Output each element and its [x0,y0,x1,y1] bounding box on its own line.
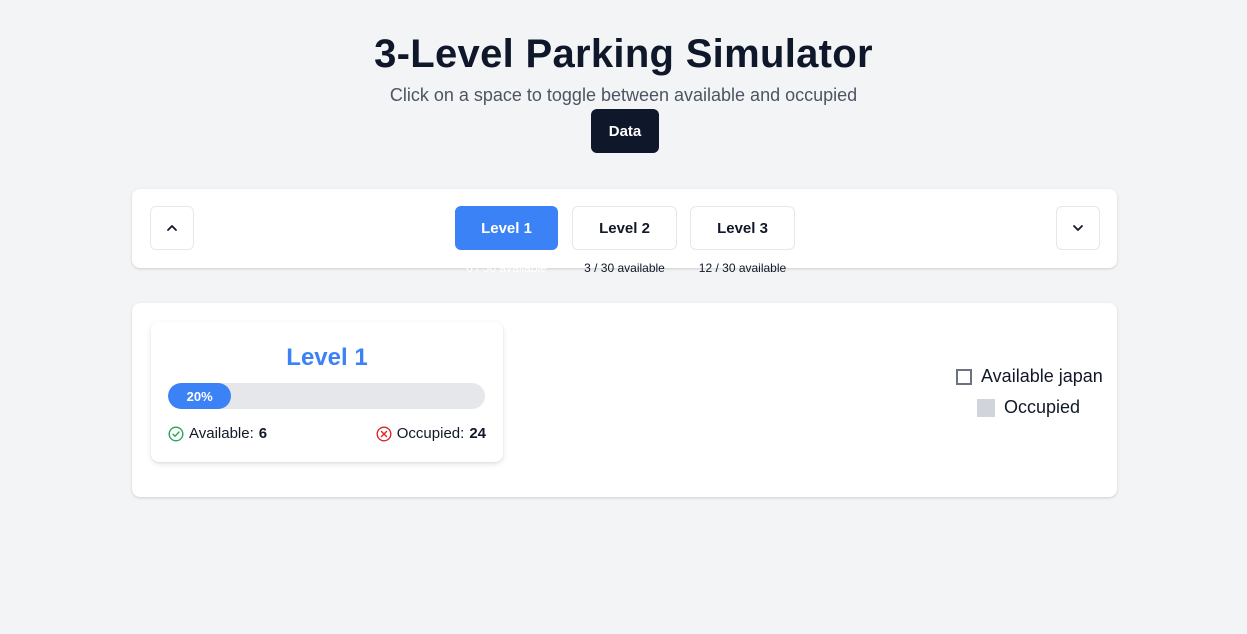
tab-level-2-availability: 3 / 30 available [584,261,665,275]
chevron-up-icon [167,225,177,231]
legend-available: Available japan [956,366,1103,387]
progress-label: 20% [186,388,213,404]
tab-level-1-availability: 6 / 30 available [466,261,547,275]
occupancy-progress-bar: 20% [168,383,485,409]
tab-level-3[interactable]: Level 3 [690,206,795,250]
level-panel: Level 1 20% Available: 6 Occupied: 24 Av… [132,303,1117,497]
check-circle-icon [168,425,184,442]
page-title: 3-Level Parking Simulator [374,32,873,76]
legend-occupied-label: Occupied [1004,397,1081,417]
tab-level-2[interactable]: Level 2 [572,206,677,250]
chevron-down-icon [1073,225,1083,231]
tab-level-1[interactable]: Level 1 [455,206,558,250]
occupied-swatch [977,398,995,417]
level-up-button[interactable] [150,206,194,250]
level-selector-bar: Level 1 Level 2 Level 3 6 / 30 available… [132,189,1117,275]
available-swatch [956,368,972,385]
level-summary-card: Level 1 20% Available: 6 Occupied: 24 [151,322,503,462]
available-count: 6 [258,425,268,442]
available-stat: Available: 6 [168,425,267,442]
legend-occupied: Occupied [977,397,1080,418]
legend-available-label: Available japan [981,366,1103,386]
occupied-stat: Occupied: 24 [376,425,486,442]
occupied-count: 24 [469,425,486,442]
level-down-button[interactable] [1056,206,1100,250]
page-header: 3-Level Parking Simulator Click on a spa… [0,30,1247,106]
occupied-label: Occupied: [396,425,465,442]
data-button[interactable]: Data [591,109,659,153]
tab-level-3-availability: 12 / 30 available [698,261,787,275]
page-subtitle: Click on a space to toggle between avail… [389,85,858,105]
occupancy-progress-fill: 20% [168,383,232,409]
x-circle-icon [376,425,392,442]
available-label: Available: [189,425,254,442]
level-card-title: Level 1 [286,344,368,371]
